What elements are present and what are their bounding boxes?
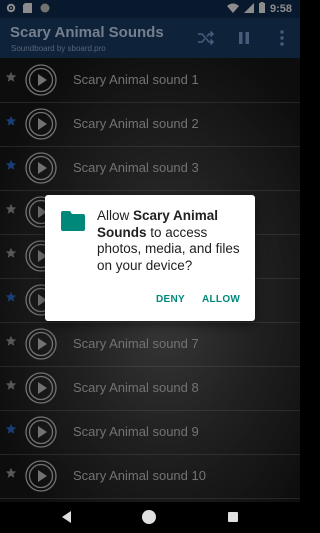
allow-button[interactable]: ALLOW bbox=[202, 294, 240, 305]
permission-dialog: Allow Scary Animal Sounds to access phot… bbox=[45, 195, 255, 321]
home-icon[interactable] bbox=[142, 510, 156, 524]
message-prefix: Allow bbox=[97, 208, 134, 223]
back-icon[interactable] bbox=[62, 511, 72, 523]
recents-icon[interactable] bbox=[228, 512, 238, 522]
navigation-bar bbox=[0, 502, 300, 533]
deny-button[interactable]: DENY bbox=[156, 294, 185, 305]
permission-message: Allow Scary Animal Sounds to access phot… bbox=[97, 208, 249, 274]
folder-icon bbox=[61, 211, 85, 231]
